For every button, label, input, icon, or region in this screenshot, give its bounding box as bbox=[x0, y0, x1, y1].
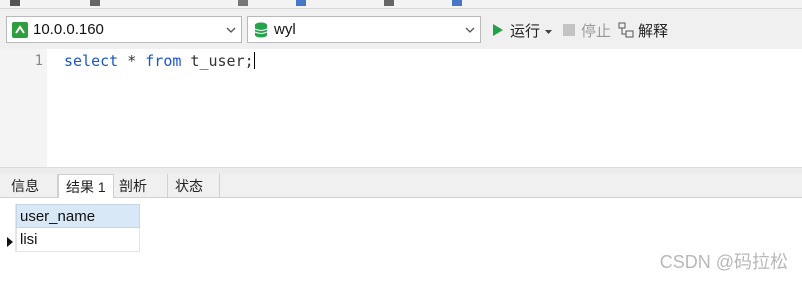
explain-label: 解释 bbox=[638, 22, 669, 40]
text-caret bbox=[253, 52, 255, 69]
tab-info[interactable]: 信息 bbox=[4, 174, 58, 198]
run-label: 运行 bbox=[510, 22, 541, 40]
database-icon bbox=[252, 21, 270, 39]
tab-result-1-label: 结果 1 bbox=[66, 179, 106, 195]
sql-editor[interactable]: 1 select * from t_user; bbox=[0, 49, 802, 167]
connection-host: 10.0.0.160 bbox=[33, 21, 104, 38]
keyword-from: from bbox=[145, 52, 182, 70]
current-row-arrow-icon bbox=[7, 234, 13, 250]
tab-status-label: 状态 bbox=[175, 178, 203, 194]
sql-line[interactable]: select * from t_user; bbox=[64, 52, 255, 70]
stop-label: 停止 bbox=[581, 22, 612, 40]
connection-icon bbox=[11, 21, 29, 39]
connection-select[interactable]: 10.0.0.160 bbox=[6, 16, 242, 43]
database-name: wyl bbox=[274, 21, 296, 38]
chevron-down-icon[interactable] bbox=[221, 17, 241, 42]
tab-profile-label: 剖析 bbox=[119, 178, 147, 194]
query-window: 10.0.0.160 wyl 运行 停止 解释 1 select * from … bbox=[0, 0, 802, 282]
code-snippet-icon[interactable] bbox=[296, 0, 306, 6]
text-icon[interactable] bbox=[384, 0, 394, 6]
chevron-down-icon[interactable] bbox=[460, 17, 480, 42]
beautify-icon[interactable] bbox=[238, 0, 248, 6]
explain-icon bbox=[618, 22, 634, 38]
run-button[interactable]: 运行 bbox=[490, 19, 553, 41]
line-number: 1 bbox=[34, 53, 43, 69]
tab-status[interactable]: 状态 bbox=[168, 174, 220, 198]
connection-toolbar: 10.0.0.160 wyl 运行 停止 解释 bbox=[0, 9, 802, 49]
column-header-user-name[interactable]: user_name bbox=[16, 204, 140, 228]
watermark: CSDN @码拉松 bbox=[659, 252, 788, 272]
result-grid[interactable]: user_name lisi CSDN @码拉松 bbox=[0, 198, 802, 282]
run-dropdown-icon[interactable] bbox=[545, 22, 553, 39]
stop-icon bbox=[561, 22, 577, 38]
select-star: * bbox=[118, 52, 146, 70]
table-name: t_user; bbox=[181, 52, 254, 70]
keyword-select: select bbox=[64, 52, 119, 70]
editor-result-splitter[interactable] bbox=[0, 167, 802, 174]
stop-button[interactable]: 停止 bbox=[561, 19, 611, 41]
save-icon[interactable] bbox=[10, 0, 20, 6]
play-icon bbox=[490, 22, 506, 38]
export-result-icon[interactable] bbox=[452, 0, 462, 6]
main-toolbar bbox=[0, 0, 802, 9]
tab-result-1[interactable]: 结果 1 bbox=[58, 174, 114, 199]
tab-info-label: 信息 bbox=[11, 178, 39, 194]
table-cell[interactable]: lisi bbox=[16, 228, 140, 252]
query-builder-icon[interactable] bbox=[90, 0, 100, 6]
line-gutter: 1 bbox=[0, 49, 47, 167]
explain-button[interactable]: 解释 bbox=[618, 19, 668, 41]
tab-profile[interactable]: 剖析 bbox=[113, 174, 168, 198]
database-select[interactable]: wyl bbox=[247, 16, 481, 43]
result-tabs: 信息 结果 1 剖析 状态 bbox=[0, 174, 802, 199]
